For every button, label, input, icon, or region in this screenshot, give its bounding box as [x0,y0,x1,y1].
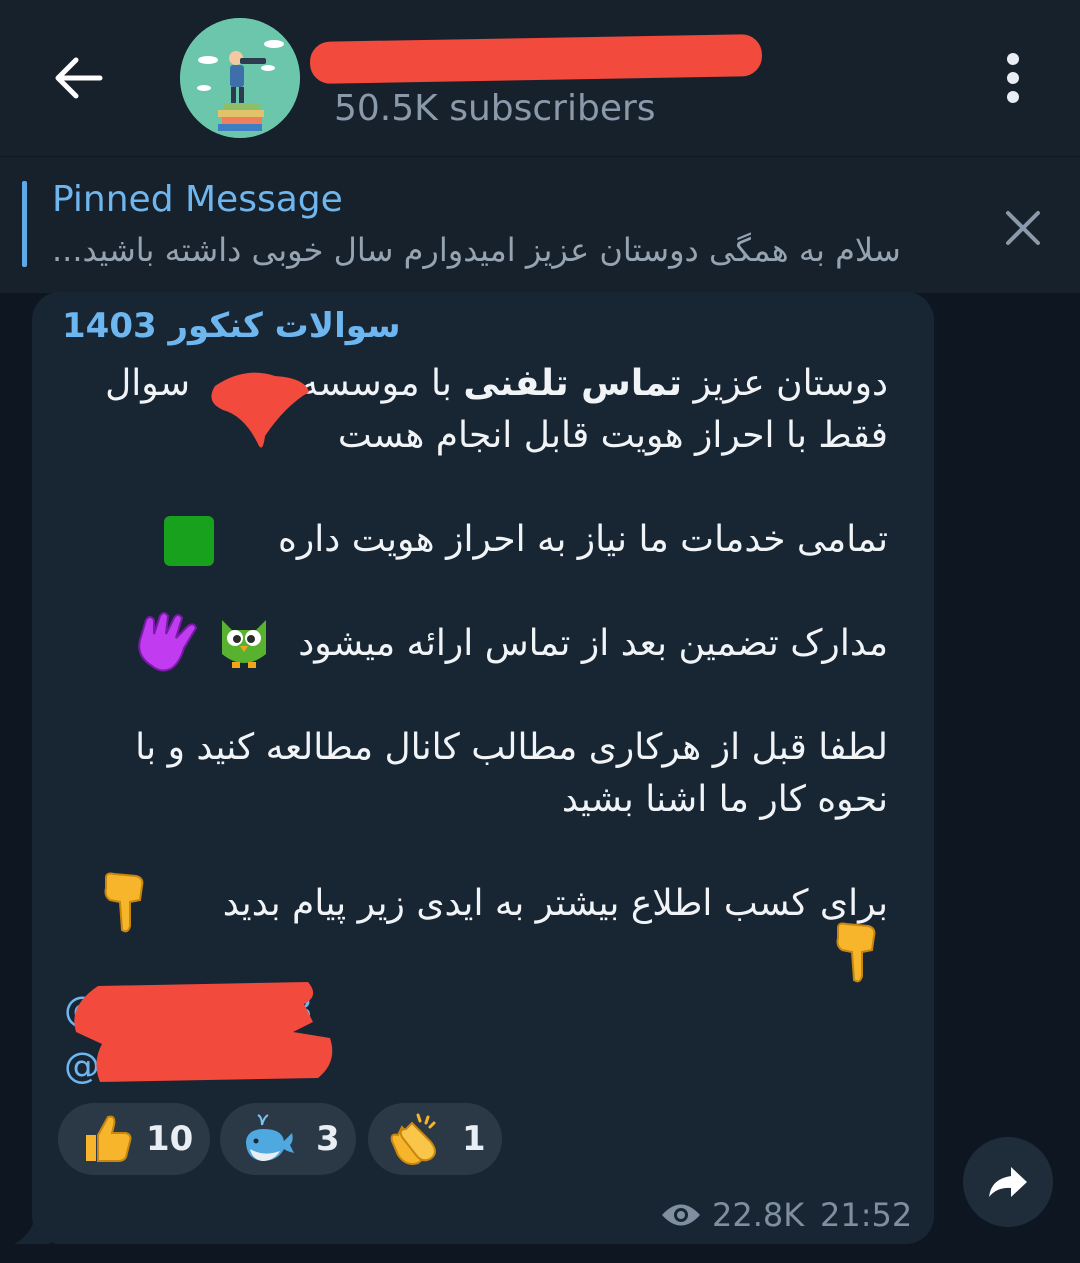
reaction-count: 3 [316,1119,340,1159]
close-icon[interactable] [1000,205,1046,251]
subscriber-count: 50.5K subscribers [334,88,656,129]
pointing-down-icon [104,872,144,933]
handle-redaction [74,982,333,1082]
view-count: 22.8K [712,1196,805,1234]
more-options-icon[interactable] [996,50,1030,110]
channel-avatar[interactable] [180,18,300,138]
channel-name-redacted [309,34,763,84]
raised-hand-icon [138,612,198,672]
bold-text: تماس تلفنی [463,363,683,404]
share-arrow-icon [989,1167,1027,1197]
pinned-preview-text: سلام به همگی دوستان عزیز امیدوارم سال خو… [52,231,901,269]
owl-icon [222,620,266,668]
message-line-5: لطفا قبل از هرکاری مطالب کانال مطالعه کن… [135,727,888,768]
text-segment: سوال [105,363,191,404]
text-segment: با موسسه [300,363,464,404]
reaction-count: 10 [146,1119,194,1159]
chat-background-strip [0,1244,1080,1263]
clapping-hands-icon [390,1113,436,1165]
message-line-2: فقط با احراز هویت قابل انجام هست [337,415,888,456]
pinned-title: Pinned Message [52,179,343,220]
pinned-indicator [22,181,27,267]
message-line-7: برای کسب اطلاع بیشتر به ایدی زیر پیام بد… [222,883,888,924]
text-segment: دوستان عزیز [682,363,888,404]
pinned-message-bar[interactable]: Pinned Message سلام به همگی دوستان عزیز … [0,156,1080,293]
reaction-thumbs-up[interactable]: 10 [58,1103,210,1175]
pointing-down-icon [836,922,876,983]
whale-icon [246,1114,294,1161]
back-arrow-icon[interactable] [48,48,108,108]
message-line-4: مدارک تضمین بعد از تماس ارائه میشود [298,623,888,664]
message-author[interactable]: سوالات کنکور 1403 [62,306,401,346]
share-button[interactable] [963,1137,1053,1227]
eye-icon [662,1204,700,1226]
redaction-scribble [211,372,309,448]
avatar-illustration [180,18,300,138]
reaction-clapping[interactable]: 1 [368,1103,502,1175]
chat-header: 50.5K subscribers [0,0,1080,156]
green-square-icon [164,516,214,566]
message-time: 21:52 [820,1196,913,1234]
thumbs-up-icon [86,1115,132,1162]
message-line-3: تمامی خدمات ما نیاز به احراز هویت داره [277,519,888,560]
message-line-6: نحوه کار ما اشنا بشید [561,779,888,820]
reaction-whale[interactable]: 3 [220,1103,356,1175]
reaction-count: 1 [462,1119,486,1159]
